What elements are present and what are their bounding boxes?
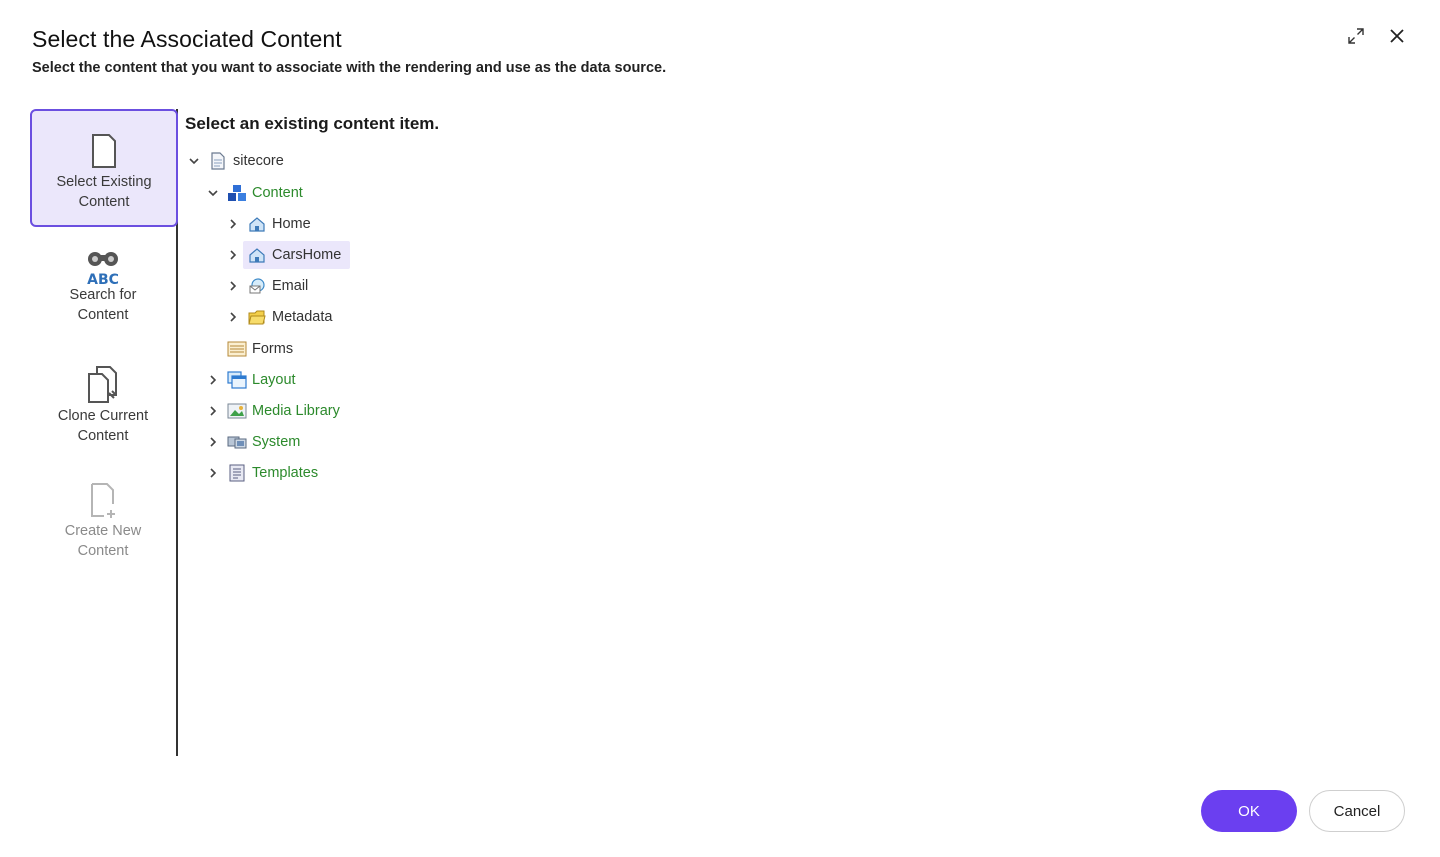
chevron-right-icon[interactable] — [225, 278, 241, 294]
associated-content-dialog: Select the Associated Content Select the… — [0, 0, 1440, 857]
tree-label: Forms — [252, 341, 294, 357]
content-source-nav: Select Existing Content ABC Search for C… — [30, 109, 178, 756]
templates-icon — [227, 463, 247, 483]
expand-icon — [1348, 28, 1364, 44]
nav-create-new-content[interactable]: Create New Content — [30, 460, 176, 578]
chevron-down-icon[interactable] — [205, 185, 221, 201]
tree-node-content[interactable]: Content — [205, 180, 309, 206]
new-document-icon — [91, 483, 115, 518]
layout-icon — [227, 370, 247, 390]
tree-label: CarsHome — [272, 247, 342, 263]
tree-node-home[interactable]: Home — [225, 211, 317, 237]
chevron-right-icon[interactable] — [205, 403, 221, 419]
nav-label-line2: Content — [78, 193, 130, 210]
nav-label-line1: Clone Current — [57, 408, 149, 424]
content-cubes-icon — [227, 183, 247, 203]
ok-button[interactable]: OK — [1201, 790, 1297, 832]
tree-node-forms[interactable]: Forms — [205, 336, 299, 362]
nav-select-existing-content[interactable]: Select Existing Content — [30, 109, 178, 227]
close-button[interactable] — [1387, 26, 1407, 46]
close-icon — [1390, 29, 1404, 43]
nav-label-line1: Search for — [69, 287, 137, 303]
binoculars-abc-icon: ABC — [87, 252, 119, 288]
chevron-right-icon[interactable] — [205, 372, 221, 388]
chevron-right-icon[interactable] — [225, 216, 241, 232]
nav-label-line2: Content — [77, 542, 129, 559]
tree-label: Home — [272, 216, 311, 232]
email-icon — [247, 276, 267, 296]
nav-label-line2: Content — [77, 306, 129, 323]
tree-label: Email — [272, 278, 309, 294]
chevron-down-icon[interactable] — [186, 153, 202, 169]
cancel-button[interactable]: Cancel — [1309, 790, 1405, 832]
home-icon — [247, 245, 267, 265]
tree-node-carshome[interactable]: CarsHome — [225, 242, 347, 268]
tree-label: Content — [252, 185, 303, 201]
chevron-right-icon[interactable] — [225, 309, 241, 325]
nav-label-line1: Select Existing — [56, 174, 152, 190]
chevron-right-icon[interactable] — [205, 465, 221, 481]
tree-node-email[interactable]: Email — [225, 273, 314, 299]
nav-clone-current-content[interactable]: Clone Current Content — [30, 345, 176, 463]
tree-label: Metadata — [272, 309, 333, 325]
tree-node-layout[interactable]: Layout — [205, 367, 302, 393]
folder-icon — [247, 307, 267, 327]
media-library-icon — [227, 401, 247, 421]
sitecore-page-icon — [208, 151, 228, 171]
dialog-title: Select the Associated Content — [32, 26, 342, 52]
content-heading: Select an existing content item. — [185, 114, 440, 133]
tree-node-templates[interactable]: Templates — [205, 460, 324, 486]
nav-label-line2: Content — [77, 427, 129, 444]
tree-node-sitecore[interactable]: sitecore — [186, 148, 290, 174]
chevron-right-icon[interactable] — [225, 247, 241, 263]
maximize-button[interactable] — [1346, 26, 1366, 46]
dialog-subtitle: Select the content that you want to asso… — [32, 60, 667, 76]
chevron-right-icon[interactable] — [205, 434, 221, 450]
tree-label: Templates — [252, 465, 319, 481]
nav-label-line1: Create New — [64, 523, 142, 539]
tree-node-media-library[interactable]: Media Library — [205, 398, 346, 424]
system-icon — [227, 432, 247, 452]
tree-node-system[interactable]: System — [205, 429, 306, 455]
nav-search-for-content[interactable]: ABC Search for Content — [30, 229, 176, 347]
document-icon — [92, 134, 116, 168]
tree-node-metadata[interactable]: Metadata — [225, 304, 338, 330]
home-icon — [247, 214, 267, 234]
tree-label: Media Library — [252, 403, 340, 419]
tree-label: System — [252, 434, 301, 450]
tree-label: Layout — [252, 372, 296, 388]
forms-icon — [227, 339, 247, 359]
clone-document-icon — [88, 366, 117, 403]
tree-label: sitecore — [233, 153, 284, 169]
